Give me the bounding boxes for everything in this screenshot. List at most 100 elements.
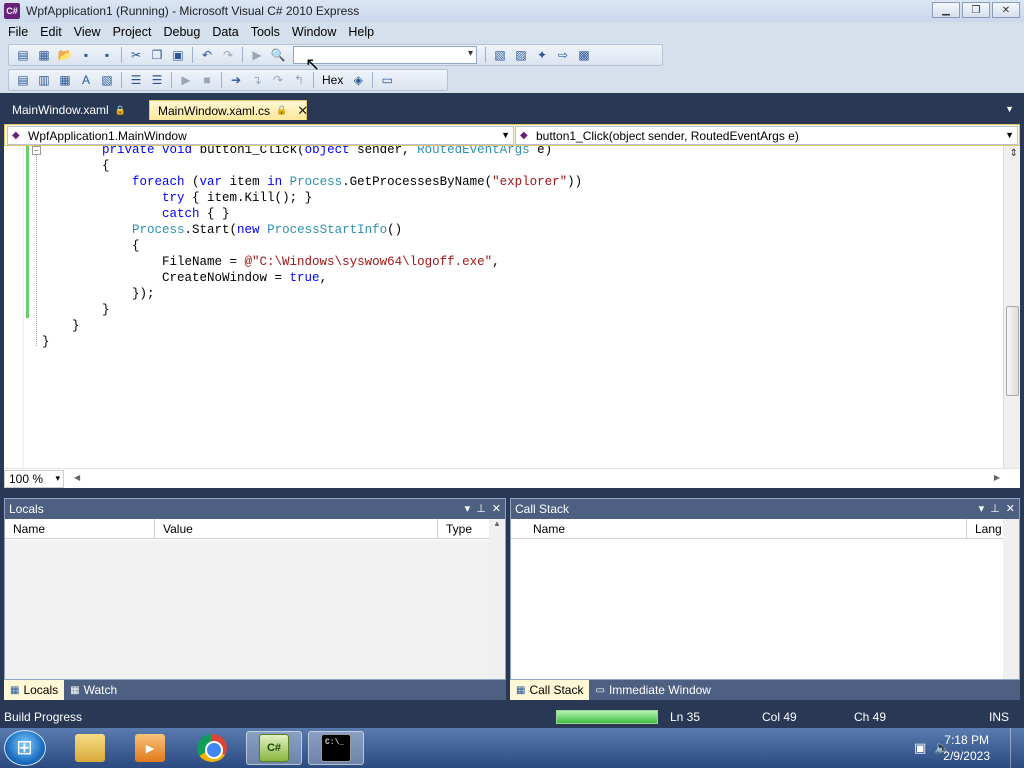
menu-project[interactable]: Project (107, 25, 158, 39)
splitter-icon[interactable]: ⇕ (1010, 148, 1018, 159)
tab-watch[interactable]: ▦ Watch (64, 680, 123, 700)
tab-locals[interactable]: ▦ Locals (4, 680, 65, 700)
locals-title: Locals (9, 502, 44, 516)
taskbar: ▶ C# C:\_ ▣ 🔈 7:18 PM 2/9/2023 (0, 728, 1024, 768)
menu-data[interactable]: Data (206, 25, 244, 39)
menu-tools[interactable]: Tools (245, 25, 286, 39)
network-icon[interactable]: ▣ (914, 740, 926, 756)
step-over-icon[interactable]: ↷ (268, 71, 288, 89)
menu-view[interactable]: View (68, 25, 107, 39)
undo-icon[interactable]: ↶ (197, 46, 217, 64)
editor-horizontal-scrollbar[interactable]: ◀ ▶ (74, 473, 1000, 485)
class-icon: ◆ (12, 130, 20, 141)
locals-window: Locals ▾ ⊥ ✕ Name Value Type ▲ (4, 498, 506, 680)
format-icon[interactable]: ▤ (13, 71, 33, 89)
add-item-icon[interactable]: ▦ (34, 46, 54, 64)
new-project-icon[interactable]: ▤ (13, 46, 33, 64)
breakpoints-icon[interactable]: ◈ (348, 71, 368, 89)
find-in-files-icon[interactable]: 🔍 (268, 46, 288, 64)
close-icon[interactable]: ✕ (492, 502, 501, 515)
scroll-thumb[interactable] (1006, 306, 1019, 396)
call-stack-list[interactable] (511, 540, 1019, 679)
tab-mainwindow-xaml-cs[interactable]: MainWindow.xaml.cs 🔒 ✕ (149, 100, 308, 120)
copy-icon[interactable]: ❐ (147, 46, 167, 64)
tab-mainwindow-xaml[interactable]: MainWindow.xaml 🔒 (4, 100, 134, 120)
close-icon[interactable]: ✕ (1006, 502, 1015, 515)
show-next-statement-icon[interactable]: ➔ (226, 71, 246, 89)
stop-debug-icon[interactable]: ■ (197, 71, 217, 89)
show-desktop-button[interactable] (1010, 728, 1024, 768)
start-button[interactable] (4, 730, 46, 766)
folder-icon (75, 734, 105, 762)
taskbar-command-prompt[interactable]: C:\_ (308, 731, 364, 765)
active-files-dropdown-icon[interactable]: ▼ (1005, 104, 1014, 114)
member-combo[interactable]: ◆ button1_Click(object sender, RoutedEve… (515, 126, 1018, 145)
continue-icon[interactable]: ▶ (247, 46, 267, 64)
clock[interactable]: 7:18 PM 2/9/2023 (943, 732, 990, 764)
taskbar-media-player[interactable]: ▶ (122, 731, 178, 765)
locals-scrollbar[interactable]: ▲ (489, 519, 505, 679)
window-position-icon[interactable]: ▾ (979, 502, 985, 515)
find-combo[interactable] (293, 46, 477, 64)
column-header-name[interactable]: Name (5, 519, 155, 538)
window-position-icon[interactable]: ▾ (465, 502, 471, 515)
code-editor[interactable]: − private void button1_Click(object send… (4, 146, 1020, 488)
menu-bar: File Edit View Project Debug Data Tools … (0, 22, 1024, 42)
locals-list[interactable] (5, 540, 505, 679)
outline-guide (36, 146, 37, 346)
menu-window[interactable]: Window (286, 25, 342, 39)
taskbar-visual-csharp[interactable]: C# (246, 731, 302, 765)
toolbox-icon[interactable]: ✦ (532, 46, 552, 64)
output-icon[interactable]: ▭ (377, 71, 397, 89)
object-browser-icon[interactable]: ▥ (34, 71, 54, 89)
title-bar: C# WpfApplication1 (Running) - Microsoft… (0, 0, 1024, 22)
scroll-right-icon[interactable]: ▶ (994, 473, 1000, 482)
outdent-icon[interactable]: ☰ (147, 71, 167, 89)
call-stack-scrollbar[interactable] (1003, 519, 1019, 679)
paste-icon[interactable]: ▣ (168, 46, 188, 64)
menu-help[interactable]: Help (342, 25, 380, 39)
menu-debug[interactable]: Debug (157, 25, 206, 39)
close-tab-icon[interactable]: ✕ (297, 103, 308, 119)
redo-icon[interactable]: ↷ (218, 46, 238, 64)
menu-file[interactable]: File (2, 25, 34, 39)
tab-call-stack[interactable]: ▦ Call Stack (510, 680, 590, 700)
cut-icon[interactable]: ✂ (126, 46, 146, 64)
tab-immediate-window[interactable]: ▭ Immediate Window (589, 680, 717, 700)
complete-word-icon[interactable]: A (76, 71, 96, 89)
taskbar-chrome[interactable] (184, 731, 240, 765)
collapse-icon[interactable]: − (32, 146, 41, 155)
column-header-lang[interactable]: Lang (967, 519, 1005, 538)
zoom-combo[interactable]: 100 % (4, 469, 64, 488)
scroll-left-icon[interactable]: ◀ (74, 473, 80, 482)
quick-info-icon[interactable]: ▦ (55, 71, 75, 89)
pin-icon[interactable]: ⊥ (476, 502, 486, 515)
watch-icon: ▦ (70, 684, 80, 696)
parameter-info-icon[interactable]: ▧ (97, 71, 117, 89)
properties-icon[interactable]: ▨ (511, 46, 531, 64)
column-header-name[interactable]: Name (511, 519, 967, 538)
taskbar-explorer[interactable] (62, 731, 118, 765)
extension-manager-icon[interactable]: ▩ (574, 46, 594, 64)
column-header-value[interactable]: Value (155, 519, 438, 538)
save-icon[interactable]: ▪ (76, 46, 96, 64)
document-tabs: MainWindow.xaml 🔒 MainWindow.xaml.cs 🔒 ✕… (0, 94, 1024, 124)
chrome-icon (197, 734, 227, 762)
type-combo[interactable]: ◆ WpfApplication1.MainWindow ▼ (7, 126, 514, 145)
start-page-icon[interactable]: ⇨ (553, 46, 573, 64)
indent-icon[interactable]: ☰ (126, 71, 146, 89)
pin-icon[interactable]: ⊥ (990, 502, 1000, 515)
continue-debug-icon[interactable]: ▶ (176, 71, 196, 89)
hex-button[interactable]: Hex (318, 73, 347, 87)
step-into-icon[interactable]: ↴ (247, 71, 267, 89)
maximize-button[interactable]: ❐ (962, 2, 990, 18)
column-header-type[interactable]: Type (438, 519, 490, 538)
menu-edit[interactable]: Edit (34, 25, 68, 39)
save-all-icon[interactable]: ▪ (97, 46, 117, 64)
editor-vertical-scrollbar[interactable]: ⇕ (1003, 146, 1020, 468)
solution-explorer-icon[interactable]: ▧ (490, 46, 510, 64)
minimize-button[interactable]: ▁ (932, 2, 960, 18)
code-text[interactable]: private void button1_Click(object sender… (42, 146, 582, 350)
close-button[interactable]: ✕ (992, 2, 1020, 18)
open-file-icon[interactable]: 📂 (55, 46, 75, 64)
